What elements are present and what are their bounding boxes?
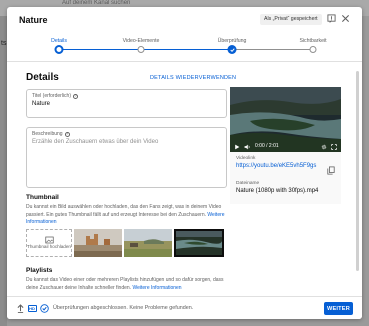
step-video-elements-label[interactable]: Video-Elemente: [123, 38, 160, 44]
playlists-heading: Playlists: [26, 267, 53, 274]
video-link[interactable]: https://youtu.be/eKE5vh5F9gs: [236, 163, 316, 169]
image-upload-icon: [44, 236, 54, 244]
title-field-value: Nature: [32, 101, 51, 107]
background-search-text: Auf deinem Kanal suchen: [62, 0, 131, 6]
copy-icon[interactable]: [327, 162, 335, 180]
video-link-label: Videolink: [236, 156, 256, 161]
video-player[interactable]: 0:00 / 2:01: [230, 87, 341, 152]
filename-label: Dateiname: [236, 181, 260, 186]
thumbnail-option-3-selected[interactable]: [174, 229, 224, 257]
filename-value: Nature (1080p with 30fps).mp4: [236, 188, 319, 194]
hd-badge: HD: [27, 304, 37, 312]
hd-icon: HD: [27, 303, 37, 313]
background-side-text: ts: [1, 40, 7, 47]
content-scrollbar[interactable]: [356, 71, 359, 271]
play-icon[interactable]: [234, 137, 240, 152]
saved-status-badge: Als „Privat“ gespeichert: [260, 14, 322, 25]
checks-complete-icon: [39, 303, 49, 313]
fullscreen-icon[interactable]: [331, 137, 337, 152]
thumbnail-heading: Thumbnail: [26, 194, 59, 201]
thumbnail-castle-image: [74, 229, 122, 257]
stepper-progress-line: [59, 49, 232, 50]
upload-arrow-icon[interactable]: [15, 303, 25, 313]
details-heading: Details: [26, 72, 59, 83]
thumbnail-text: Du kannst ein Bild auswählen oder hochla…: [26, 204, 222, 218]
dialog-title: Nature: [19, 15, 48, 25]
settings-gear-icon[interactable]: [321, 137, 327, 152]
thumbnail-lake-image: [176, 231, 222, 255]
details-content: Details DETAILS WIEDERVERWENDEN Titel (e…: [7, 62, 362, 296]
upload-stepper: Details Video-Elemente Überprüfung Sicht…: [7, 35, 362, 61]
description-placeholder: Erzähle den Zuschauern etwas über dein V…: [32, 139, 159, 145]
help-icon[interactable]: ?: [64, 131, 70, 137]
step-review-label[interactable]: Überprüfung: [218, 38, 247, 44]
help-icon[interactable]: ?: [73, 93, 78, 99]
thumbnail-upload-label: Thumbnail hochladen: [27, 244, 71, 250]
upload-dialog: Nature Als „Privat“ gespeichert Details …: [7, 7, 362, 319]
step-review-check-icon[interactable]: [227, 45, 237, 54]
thumbnail-description: Du kannst ein Bild auswählen oder hochla…: [26, 204, 231, 227]
dialog-header: Nature Als „Privat“ gespeichert: [7, 7, 362, 35]
video-preview-panel: 0:00 / 2:01 Videolink https://youtu.be/e…: [230, 87, 341, 204]
title-field[interactable]: Titel (erforderlich) ? Nature: [26, 89, 227, 118]
playlists-text: Du kannst das Video einer oder mehreren …: [26, 277, 224, 291]
close-icon[interactable]: [340, 13, 351, 24]
checks-status-text: Überprüfungen abgeschlossen. Keine Probl…: [53, 305, 194, 311]
title-label-text: Titel (erforderlich): [32, 93, 71, 99]
video-time: 0:00 / 2:01: [255, 143, 279, 149]
video-controls: 0:00 / 2:01: [230, 140, 341, 152]
next-button[interactable]: WEITER: [324, 302, 353, 315]
stepper-remaining-line: [232, 49, 313, 50]
thumbnail-option-1[interactable]: [74, 229, 122, 257]
step-details-dot[interactable]: [54, 45, 64, 54]
dialog-footer: HD Überprüfungen abgeschlossen. Keine Pr…: [7, 296, 362, 319]
step-details-label[interactable]: Details: [51, 38, 67, 44]
reuse-details-link[interactable]: DETAILS WIEDERVERWENDEN: [150, 75, 236, 81]
report-icon[interactable]: [326, 13, 337, 24]
playlists-description: Du kannst das Video einer oder mehreren …: [26, 277, 231, 292]
description-field-label: Beschreibung ?: [32, 131, 70, 137]
description-field[interactable]: Beschreibung ? Erzähle den Zuschauern et…: [26, 127, 227, 188]
thumbnail-option-2[interactable]: [124, 229, 172, 257]
thumbnail-upload-button[interactable]: Thumbnail hochladen: [26, 229, 72, 257]
description-label-text: Beschreibung: [32, 131, 63, 137]
step-video-elements-dot[interactable]: [137, 46, 145, 53]
volume-icon[interactable]: [244, 137, 251, 152]
step-visibility-label[interactable]: Sichtbarkeit: [299, 38, 326, 44]
title-field-label: Titel (erforderlich) ?: [32, 93, 78, 99]
step-visibility-dot[interactable]: [309, 46, 317, 53]
playlists-learn-more-link[interactable]: Weitere Informationen: [132, 285, 181, 291]
thumbnail-landscape-image: [124, 229, 172, 257]
background-sidebar: ts: [0, 16, 7, 326]
